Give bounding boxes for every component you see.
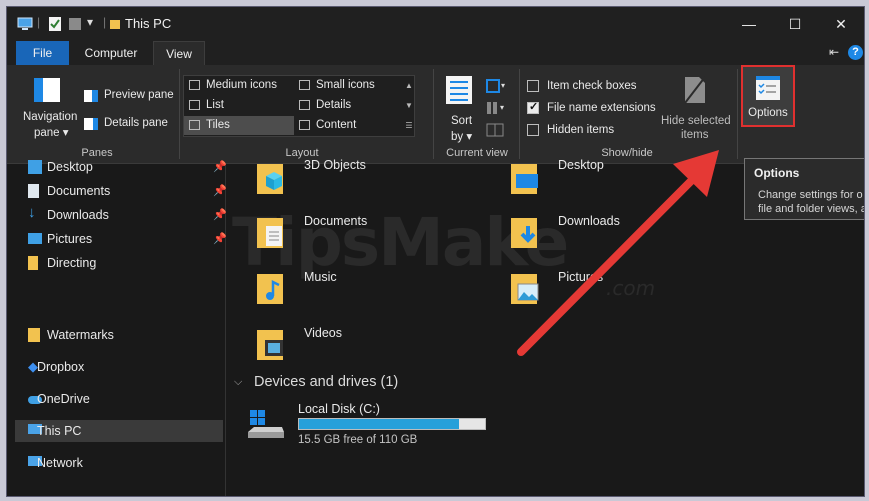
- file-explorer-window: | ▾ | This PC — ☐ ✕ File Computer View ⇤…: [6, 6, 865, 497]
- arrow-shaft: [517, 169, 703, 356]
- arrow-annotation: [517, 150, 719, 356]
